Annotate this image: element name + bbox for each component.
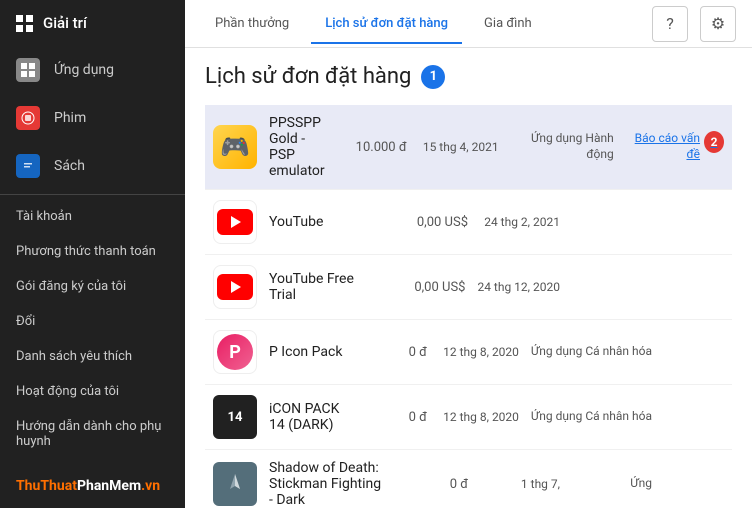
- order-type-icon14: Ứng dụng Cá nhân hóa: [531, 409, 652, 425]
- order-name-youtube: YouTube: [269, 214, 386, 230]
- main-content: Phần thưởng Lịch sử đơn đặt hàng Gia đìn…: [185, 0, 752, 508]
- order-row-icon14: 14 iCON PACK 14 (DARK) 0 đ 12 thg 8, 202…: [205, 385, 732, 450]
- badge-1: 1: [421, 65, 445, 89]
- sidebar-item-payment[interactable]: Phương thức thanh toán: [0, 234, 185, 269]
- order-name-youtube-trial: YouTube Free Trial: [269, 271, 383, 303]
- report-link-psp[interactable]: Báo cáo vấn đề 2: [626, 131, 724, 162]
- order-date-shadow: 1 thg 7,: [480, 477, 560, 491]
- sidebar-item-account[interactable]: Tài khoản: [0, 199, 185, 234]
- order-type-psp: Ứng dụng Hành động: [511, 131, 614, 162]
- p-icon-circle: P: [217, 334, 253, 370]
- topbar: Phần thưởng Lịch sử đơn đặt hàng Gia đìn…: [185, 0, 752, 48]
- youtube-app-icon: [213, 200, 257, 244]
- tab-orders[interactable]: Lịch sử đơn đặt hàng: [311, 4, 462, 43]
- order-row-picon: P P Icon Pack 0 đ 12 thg 8, 2020 Ứng dụn…: [205, 320, 732, 385]
- order-row-youtube-trial: YouTube Free Trial 0,00 US$ 24 thg 12, 2…: [205, 255, 732, 320]
- books-icon: [16, 154, 40, 178]
- sidebar-movies-label: Phim: [54, 110, 86, 126]
- orders-content: Lịch sử đơn đặt hàng 1 🎮 PPSSPP Gold - P…: [185, 48, 752, 508]
- order-row-psp: 🎮 PPSSPP Gold - PSP emulator 10.000 đ 15…: [205, 105, 732, 190]
- settings-button[interactable]: ⚙: [700, 6, 736, 42]
- grid-icon: [16, 15, 33, 32]
- footer-suffix: .vn: [141, 478, 160, 494]
- shadow-icon-svg: [220, 469, 250, 499]
- tab-family[interactable]: Gia đình: [470, 4, 546, 43]
- movies-icon: [16, 106, 40, 130]
- sidebar-books-label: Sách: [54, 158, 85, 174]
- sidebar-item-movies[interactable]: Phim: [0, 94, 185, 142]
- page-title-section: Lịch sử đơn đặt hàng 1: [205, 64, 732, 89]
- order-date-icon14: 12 thg 8, 2020: [439, 410, 519, 424]
- psp-app-icon: 🎮: [213, 125, 257, 169]
- sidebar-item-books[interactable]: Sách: [0, 142, 185, 190]
- order-name-psp: PPSSPP Gold - PSP emulator: [269, 115, 325, 179]
- icon14-app-icon: 14: [213, 395, 257, 439]
- order-name-icon14: iCON PACK 14 (DARK): [269, 401, 345, 433]
- picon-app-icon: P: [213, 330, 257, 374]
- order-type-picon: Ứng dụng Cá nhân hóa: [531, 344, 652, 360]
- youtube-trial-app-icon: [213, 265, 257, 309]
- sidebar-item-activity[interactable]: Hoạt động của tôi: [0, 374, 185, 409]
- footer-white: PhanMem: [77, 478, 141, 494]
- order-price-psp: 10.000 đ: [337, 140, 407, 155]
- order-date-youtube: 24 thg 2, 2021: [480, 215, 560, 229]
- order-date-picon: 12 thg 8, 2020: [439, 345, 519, 359]
- order-date-psp: 15 thg 4, 2021: [419, 140, 499, 154]
- order-type-shadow: Ứng: [572, 476, 652, 492]
- order-row-youtube: YouTube 0,00 US$ 24 thg 2, 2021: [205, 190, 732, 255]
- sidebar-title: Giải trí: [43, 14, 87, 32]
- order-price-youtube-trial: 0,00 US$: [395, 280, 465, 295]
- order-price-picon: 0 đ: [357, 345, 427, 360]
- sidebar-item-wishlist[interactable]: Danh sách yêu thích: [0, 339, 185, 374]
- order-date-youtube-trial: 24 thg 12, 2020: [477, 280, 560, 294]
- apps-icon: [16, 58, 40, 82]
- shadow-app-icon: [213, 462, 257, 506]
- youtube-logo: [217, 209, 253, 235]
- sidebar-item-subscriptions[interactable]: Gói đăng ký của tôi: [0, 269, 185, 304]
- order-name-shadow: Shadow of Death: Stickman Fighting - Dar…: [269, 460, 386, 508]
- sidebar-header: Giải trí: [0, 0, 185, 46]
- sidebar-divider: [0, 194, 185, 195]
- psp-icon-shape: 🎮: [220, 133, 250, 161]
- sidebar-item-parental[interactable]: Hướng dẫn dành cho phụ huynh: [0, 409, 185, 459]
- order-row-shadow: Shadow of Death: Stickman Fighting - Dar…: [205, 450, 732, 508]
- badge-2: 2: [704, 131, 724, 153]
- sidebar: Giải trí Ứng dụng Phim Sách: [0, 0, 185, 508]
- sidebar-item-redeem[interactable]: Đổi: [0, 304, 185, 339]
- order-price-youtube: 0,00 US$: [398, 215, 468, 230]
- tab-rewards[interactable]: Phần thưởng: [201, 4, 303, 43]
- youtube-trial-logo: [217, 274, 253, 300]
- order-price-shadow: 0 đ: [398, 477, 468, 492]
- sidebar-item-apps[interactable]: Ứng dụng: [0, 46, 185, 94]
- order-name-picon: P Icon Pack: [269, 344, 345, 360]
- sidebar-footer: ThuThuatPhanMem.vn: [0, 468, 185, 508]
- order-price-icon14: 0 đ: [357, 410, 427, 425]
- footer-orange: ThuThuat: [16, 478, 77, 494]
- page-title-text: Lịch sử đơn đặt hàng: [205, 64, 411, 89]
- help-button[interactable]: ?: [652, 6, 688, 42]
- sidebar-apps-label: Ứng dụng: [54, 62, 114, 78]
